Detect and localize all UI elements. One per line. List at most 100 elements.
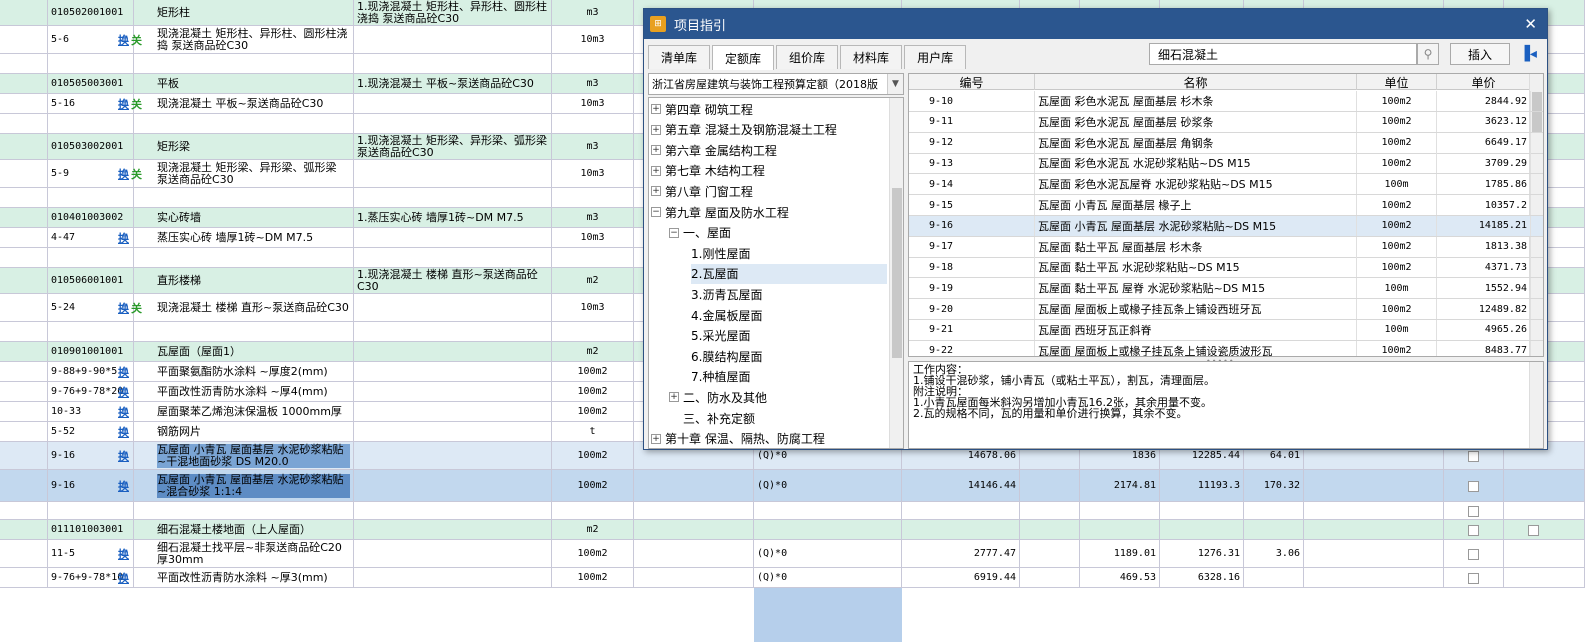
expand-icon[interactable]: +	[651, 104, 661, 114]
tree-item[interactable]: − 第九章 屋面及防水工程	[651, 202, 887, 222]
collapse-icon[interactable]: −	[651, 207, 661, 217]
tree-item[interactable]: 7.种植屋面	[691, 367, 887, 387]
expand-icon[interactable]: +	[651, 124, 661, 135]
column-header[interactable]: 名称	[1035, 74, 1357, 90]
table-row[interactable]: 9-15 瓦屋面 小青瓦 屋面基层 椽子上 100m2 10357.2	[909, 195, 1543, 216]
replace-icon[interactable]: 换	[118, 300, 129, 316]
name-cell[interactable]: 瓦屋面 小青瓦 屋面基层 水泥砂浆粘贴~干混地面砂浆 DS M20.0	[154, 442, 354, 469]
unit-cell[interactable]: 10m3	[552, 94, 634, 113]
row-indicator-cell[interactable]	[0, 54, 48, 73]
replace-icon[interactable]: 换	[118, 96, 129, 112]
associate-icon[interactable]: 关	[131, 300, 142, 316]
name-cell[interactable]	[154, 322, 354, 341]
feature-cell[interactable]	[354, 54, 552, 73]
feature-cell[interactable]	[354, 26, 552, 53]
unit-cell[interactable]	[552, 114, 634, 133]
feature-cell[interactable]	[354, 188, 552, 207]
code-cell[interactable]: 010506001001	[48, 268, 134, 293]
feature-cell[interactable]	[354, 520, 552, 539]
v3-cell[interactable]: 11193.3	[1160, 470, 1244, 501]
row-checkbox[interactable]	[1468, 572, 1479, 584]
code-cell[interactable]	[48, 114, 134, 133]
insert-button[interactable]: 插入	[1450, 43, 1510, 65]
name-cell[interactable]: 平面改性沥青防水涂料 ~厚4(mm)	[154, 382, 354, 401]
name-cell[interactable]: 现浇混凝土 平板~泵送商品砼C30	[154, 94, 354, 113]
row-indicator-cell[interactable]	[0, 502, 48, 519]
row-indicator-cell[interactable]	[0, 160, 48, 187]
unit-cell[interactable]: m3	[552, 0, 634, 25]
quota-row[interactable]: 11-5 细石混凝土找平层~非泵送商品砼C20 厚30mm 100m2 (Q)*0 27…	[0, 540, 1585, 568]
empty-row[interactable]	[0, 502, 1585, 520]
code-cell[interactable]	[48, 322, 134, 341]
associate-icon[interactable]: 关	[131, 166, 142, 182]
feature-cell[interactable]	[354, 382, 552, 401]
empty-cell[interactable]	[1304, 568, 1444, 587]
replace-icon[interactable]: 换	[118, 230, 129, 246]
code-cell[interactable]: 010503002001	[48, 134, 134, 159]
unit-cell[interactable]: 10m3	[552, 160, 634, 187]
replace-icon[interactable]: 换	[118, 424, 129, 440]
row-indicator-cell[interactable]	[0, 26, 48, 53]
unit-cell[interactable]	[552, 322, 634, 341]
empty-cell[interactable]	[1020, 470, 1080, 501]
empty-cell[interactable]	[634, 502, 754, 519]
unit-cell[interactable]	[552, 248, 634, 267]
unit-cell[interactable]: 10m3	[552, 228, 634, 247]
tab-3[interactable]: 材料库	[840, 45, 903, 69]
row-indicator-cell[interactable]	[0, 470, 48, 501]
table-row[interactable]: 9-11 瓦屋面 彩色水泥瓦 屋面基层 砂浆条 100m2 3623.12	[909, 111, 1543, 133]
tree-item[interactable]: 3.沥青瓦屋面	[691, 284, 887, 304]
row-checkbox[interactable]	[1468, 505, 1479, 517]
feature-cell[interactable]	[354, 228, 552, 247]
row-indicator-cell[interactable]	[0, 520, 48, 539]
tree-item[interactable]: + 第五章 混凝土及钢筋混凝土工程	[651, 120, 887, 140]
feature-cell[interactable]	[354, 322, 552, 341]
column-header[interactable]: 编号	[909, 74, 1035, 90]
replace-icon[interactable]: 换	[118, 478, 129, 494]
empty-cell[interactable]	[1304, 540, 1444, 567]
name-cell[interactable]: 瓦屋面（屋面1）	[154, 342, 354, 361]
tree-item[interactable]: + 第四章 砌筑工程	[651, 99, 887, 119]
empty-cell[interactable]	[1304, 520, 1444, 539]
tree-scrollbar[interactable]	[889, 98, 903, 448]
bill-row[interactable]: 011101003001 细石混凝土楼地面（上人屋面） m2	[0, 520, 1585, 540]
feature-cell[interactable]	[354, 94, 552, 113]
dialog-titlebar[interactable]: ⊞ 项目指引 ✕	[644, 9, 1547, 39]
v3-cell[interactable]	[1160, 502, 1244, 519]
empty-cell[interactable]	[1504, 540, 1585, 567]
tree-item[interactable]: + 第七章 木结构工程	[651, 161, 887, 181]
empty-cell[interactable]	[1504, 502, 1585, 519]
name-cell[interactable]	[154, 502, 354, 519]
row-indicator-cell[interactable]	[0, 134, 48, 159]
code-cell[interactable]: 010401003002	[48, 208, 134, 227]
unit-cell[interactable]: 100m2	[552, 362, 634, 381]
replace-icon[interactable]: 换	[118, 570, 129, 586]
tab-1[interactable]: 定额库	[712, 45, 775, 70]
row-indicator-cell[interactable]	[0, 208, 48, 227]
feature-cell[interactable]: 1.现浇混凝土 楼梯 直形~泵送商品砼C30	[354, 268, 552, 293]
replace-icon[interactable]: 换	[118, 364, 129, 380]
row-indicator-cell[interactable]	[0, 294, 48, 321]
name-cell[interactable]: 瓦屋面 小青瓦 屋面基层 水泥砂浆粘贴~混合砂浆 1:1:4	[154, 470, 354, 501]
unit-cell[interactable]: m2	[552, 520, 634, 539]
code-cell[interactable]: 010502001001	[48, 0, 134, 25]
code-cell[interactable]: 010901001001	[48, 342, 134, 361]
row-indicator-cell[interactable]	[0, 74, 48, 93]
unit-cell[interactable]: m2	[552, 342, 634, 361]
name-cell[interactable]: 实心砖墙	[154, 208, 354, 227]
tree-item[interactable]: 1.刚性屋面	[691, 243, 887, 263]
unit-cell[interactable]: 100m2	[552, 402, 634, 421]
v4-cell[interactable]	[1244, 502, 1304, 519]
expr-cell[interactable]: (Q)*0	[754, 470, 902, 501]
table-row[interactable]: 9-13 瓦屋面 彩色水泥瓦 水泥砂浆粘贴~DS M15 100m2 3709.29	[909, 153, 1543, 175]
tab-4[interactable]: 用户库	[904, 45, 967, 69]
expand-icon[interactable]: +	[651, 145, 661, 156]
row-indicator-cell[interactable]	[0, 382, 48, 401]
feature-cell[interactable]: 1.蒸压实心砖 墙厚1砖~DM M7.5	[354, 208, 552, 227]
table-row[interactable]: 9-14 瓦屋面 彩色水泥瓦屋脊 水泥砂浆粘贴~DS M15 100m 1785.86	[909, 174, 1543, 196]
name-cell[interactable]	[154, 114, 354, 133]
feature-cell[interactable]	[354, 422, 552, 441]
feature-cell[interactable]	[354, 402, 552, 421]
expand-icon[interactable]: +	[669, 392, 679, 403]
row-indicator-cell[interactable]	[0, 568, 48, 587]
